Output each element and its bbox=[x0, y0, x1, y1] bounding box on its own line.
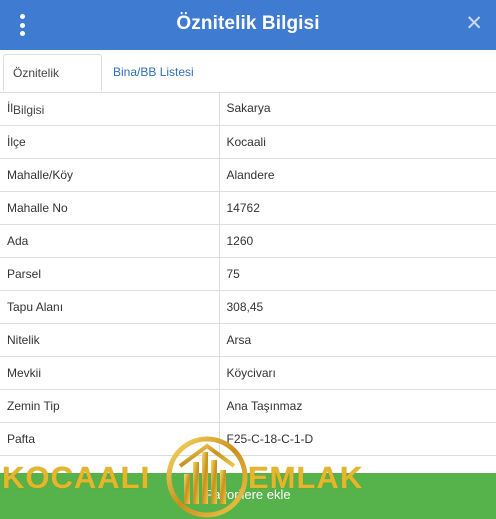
table-row: Parsel 75 bbox=[0, 257, 496, 291]
attribute-key: Zemin Tip bbox=[0, 389, 220, 423]
tab-bar: Öznitelik Bilgisi Bina/BB Listesi bbox=[0, 50, 496, 117]
table-row: Mevkii Köycivarı bbox=[0, 356, 496, 390]
attribute-value: F25-C-18-C-1-D bbox=[219, 422, 496, 456]
attribute-value: 1260 bbox=[219, 224, 496, 258]
attribute-key: Parsel bbox=[0, 257, 220, 291]
table-row: Mahalle No 14762 bbox=[0, 191, 496, 225]
attribute-key: İl bbox=[0, 92, 220, 126]
attribute-key: Mevkii bbox=[0, 356, 220, 390]
close-icon[interactable]: ✕ bbox=[465, 13, 483, 35]
attribute-key: Pafta bbox=[0, 422, 220, 456]
attribute-value: Alandere bbox=[219, 158, 496, 192]
attribute-key: İlçe bbox=[0, 125, 220, 159]
table-row: Ada 1260 bbox=[0, 224, 496, 258]
tab-attribute-info[interactable]: Öznitelik Bilgisi bbox=[3, 54, 102, 117]
table-row: İlçe Kocaali bbox=[0, 125, 496, 159]
dialog-title: Öznitelik Bilgisi bbox=[176, 13, 320, 34]
attribute-value: 308,45 bbox=[219, 290, 496, 324]
attribute-value: Köycivarı bbox=[219, 356, 496, 390]
attribute-key: Ada bbox=[0, 224, 220, 258]
attribute-key: Nitelik bbox=[0, 323, 220, 357]
attribute-key: Tapu Alanı bbox=[0, 290, 220, 324]
attribute-key: Mahalle/Köy bbox=[0, 158, 220, 192]
tab-building-list[interactable]: Bina/BB Listesi bbox=[104, 54, 203, 91]
dialog-header: Öznitelik Bilgisi ✕ bbox=[0, 0, 496, 50]
attribute-value: 75 bbox=[219, 257, 496, 291]
table-row: Pafta F25-C-18-C-1-D bbox=[0, 422, 496, 456]
attribute-value: Kocaali bbox=[219, 125, 496, 159]
table-row: İl Sakarya bbox=[0, 92, 496, 126]
add-to-favorites-label: Favorilere ekle bbox=[205, 487, 291, 502]
attribute-value: Arsa bbox=[219, 323, 496, 357]
attribute-table: İl Sakarya İlçe Kocaali Mahalle/Köy Alandere M… bbox=[0, 92, 496, 456]
attribute-value: Ana Taşınmaz bbox=[219, 389, 496, 423]
attribute-key: Mahalle No bbox=[0, 191, 220, 225]
add-to-favorites-button[interactable]: Favorilere ekle bbox=[0, 473, 496, 519]
attribute-value: Sakarya bbox=[219, 92, 496, 126]
attribute-value: 14762 bbox=[219, 191, 496, 225]
table-row: Zemin Tip Ana Taşınmaz bbox=[0, 389, 496, 423]
table-row: Mahalle/Köy Alandere bbox=[0, 158, 496, 192]
table-row: Tapu Alanı 308,45 bbox=[0, 290, 496, 324]
table-row: Nitelik Arsa bbox=[0, 323, 496, 357]
